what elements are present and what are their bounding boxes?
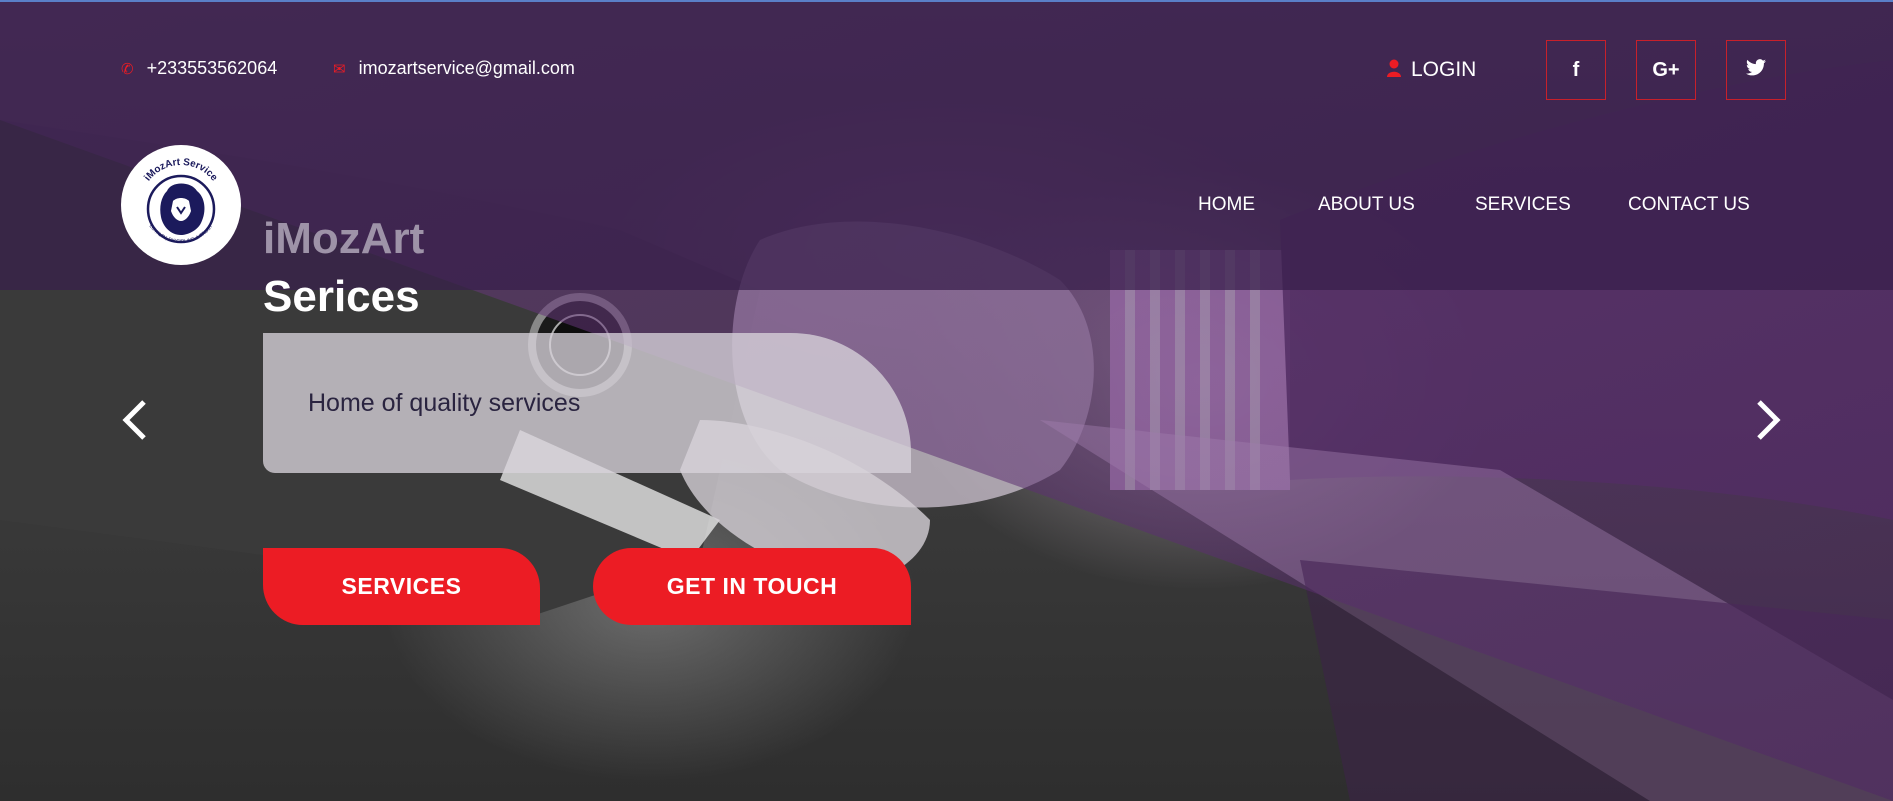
nav-about-us[interactable]: ABOUT US: [1318, 194, 1415, 216]
hero-tagline: Home of quality services: [308, 388, 581, 417]
phone-icon: ✆: [121, 60, 134, 78]
email-contact[interactable]: ✉ imozartservice@gmail.com: [333, 58, 575, 79]
get-in-touch-button[interactable]: GET IN TOUCH: [593, 548, 911, 625]
twitter-button[interactable]: [1726, 40, 1786, 100]
hero-tagline-box: Home of quality services: [263, 333, 911, 473]
nav-services[interactable]: SERVICES: [1475, 194, 1571, 216]
brand-line-2: Serices: [263, 272, 420, 321]
brand-line-1: iMozArt: [263, 214, 425, 263]
user-icon: [1387, 59, 1401, 82]
chevron-right-icon: [1757, 400, 1781, 440]
google-plus-icon: G+: [1652, 58, 1680, 81]
google-plus-button[interactable]: G+: [1636, 40, 1696, 100]
brand-name: iMozArt Serices: [263, 210, 424, 326]
nav-contact-us[interactable]: CONTACT US: [1628, 194, 1750, 216]
facebook-button[interactable]: f: [1546, 40, 1606, 100]
login-label: LOGIN: [1411, 58, 1477, 81]
lion-logo-icon: iMozArt Service LOYALTY, DISCIPLINE & TR…: [142, 157, 219, 245]
facebook-icon: f: [1572, 58, 1580, 81]
slider-prev-button[interactable]: [120, 398, 148, 450]
nav-home[interactable]: HOME: [1198, 194, 1255, 216]
services-button[interactable]: SERVICES: [263, 548, 540, 625]
logo-ring-text: iMozArt Service: [142, 157, 219, 184]
phone-contact[interactable]: ✆ +233553562064: [121, 58, 277, 79]
login-link[interactable]: LOGIN: [1387, 58, 1476, 82]
slider-next-button[interactable]: [1755, 398, 1783, 450]
phone-number: +233553562064: [146, 58, 278, 78]
envelope-icon: ✉: [333, 60, 346, 78]
svg-text:iMozArt Service: iMozArt Service: [142, 157, 219, 184]
site-logo[interactable]: iMozArt Service LOYALTY, DISCIPLINE & TR…: [121, 145, 241, 265]
twitter-icon: [1746, 58, 1766, 82]
chevron-left-icon: [122, 400, 146, 440]
email-address: imozartservice@gmail.com: [358, 58, 575, 78]
